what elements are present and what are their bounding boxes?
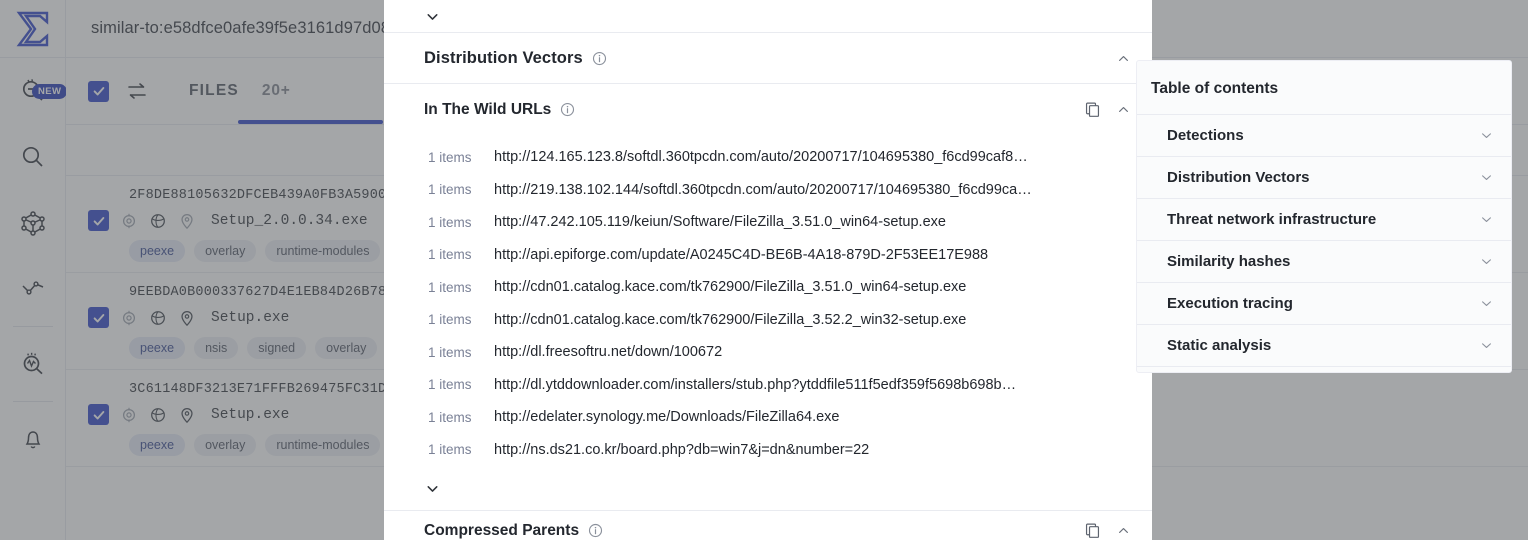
toc-item-threat-network-infrastructure[interactable]: Threat network infrastructure	[1137, 198, 1511, 240]
url-item-count: 1 items	[428, 377, 472, 393]
url-text[interactable]: http://dl.freesoftru.net/down/100672	[494, 344, 722, 360]
subsection-title: Compressed Parents	[424, 521, 580, 539]
url-text[interactable]: http://ns.ds21.co.kr/board.php?db=win7&j…	[494, 442, 869, 458]
url-text[interactable]: http://cdn01.catalog.kace.com/tk762900/F…	[494, 312, 966, 328]
url-text[interactable]: http://edelater.synology.me/Downloads/Fi…	[494, 409, 840, 425]
url-item-count: 1 items	[428, 247, 472, 263]
toc-item-label: Static analysis	[1167, 337, 1272, 354]
subsection-compressed-parents-header[interactable]: Compressed Parents	[384, 510, 1152, 540]
chevron-up-icon[interactable]	[1117, 52, 1130, 65]
expand-more-urls-row[interactable]	[384, 466, 1152, 510]
chevron-down-icon	[1482, 343, 1491, 349]
url-item-count: 1 items	[428, 214, 472, 230]
url-text[interactable]: http://api.epiforge.com/update/A0245C4D-…	[494, 247, 988, 263]
url-item-count: 1 items	[428, 312, 472, 328]
info-icon[interactable]	[560, 102, 575, 117]
chevron-down-icon	[1482, 175, 1491, 181]
toc-title: Table of contents	[1151, 80, 1279, 97]
list-item[interactable]: 1 items http://219.138.102.144/softdl.360…	[384, 174, 1152, 207]
chevron-down-icon	[1482, 133, 1491, 139]
chevron-down-icon	[1482, 217, 1491, 223]
chevron-down-icon	[1482, 301, 1491, 307]
subsection-in-the-wild-urls-header[interactable]: In The Wild URLs	[384, 83, 1152, 135]
top-collapse-row[interactable]	[384, 0, 1152, 32]
list-item[interactable]: 1 items http://cdn01.catalog.kace.com/tk7…	[384, 271, 1152, 304]
chevron-up-icon[interactable]	[1117, 524, 1130, 537]
chevron-up-icon[interactable]	[1117, 103, 1130, 116]
list-item[interactable]: 1 items http://cdn01.catalog.kace.com/tk7…	[384, 304, 1152, 337]
url-text[interactable]: http://47.242.105.119/keiun/Software/Fil…	[494, 214, 946, 230]
toc-item-detections[interactable]: Detections	[1137, 114, 1511, 156]
toc-item-label: Similarity hashes	[1167, 253, 1291, 270]
section-title: Distribution Vectors	[424, 48, 583, 67]
info-icon[interactable]	[588, 523, 603, 538]
toc-item-label: Detections	[1167, 127, 1244, 144]
list-item[interactable]: 1 items http://edelater.synology.me/Downl…	[384, 401, 1152, 434]
list-item[interactable]: 1 items http://124.165.123.8/softdl.360tp…	[384, 141, 1152, 174]
url-item-count: 1 items	[428, 442, 472, 458]
url-item-count: 1 items	[428, 344, 472, 360]
toc-item-label: Execution tracing	[1167, 295, 1293, 312]
toc-item-similarity-hashes[interactable]: Similarity hashes	[1137, 240, 1511, 282]
file-report-modal: Distribution Vectors In The Wild URLs 1 …	[384, 0, 1152, 540]
toc-item-distribution-vectors[interactable]: Distribution Vectors	[1137, 156, 1511, 198]
section-distribution-vectors-header[interactable]: Distribution Vectors	[384, 32, 1152, 83]
toc-item-static-analysis[interactable]: Static analysis	[1137, 324, 1511, 366]
url-text[interactable]: http://219.138.102.144/softdl.360tpcdn.c…	[494, 182, 1032, 198]
in-the-wild-url-list: 1 items http://124.165.123.8/softdl.360tp…	[384, 135, 1152, 466]
info-icon[interactable]	[592, 51, 607, 66]
table-of-contents-panel: Table of contents Detections Distributio…	[1136, 60, 1512, 373]
url-item-count: 1 items	[428, 279, 472, 295]
chevron-down-icon	[427, 485, 438, 492]
toc-list-end-divider	[1137, 366, 1511, 372]
url-item-count: 1 items	[428, 149, 472, 165]
copy-icon[interactable]	[1084, 101, 1101, 118]
copy-icon[interactable]	[1084, 522, 1101, 539]
url-item-count: 1 items	[428, 409, 472, 425]
list-item[interactable]: 1 items http://47.242.105.119/keiun/Softw…	[384, 206, 1152, 239]
toc-item-label: Threat network infrastructure	[1167, 211, 1377, 228]
toc-item-label: Distribution Vectors	[1167, 169, 1310, 186]
url-text[interactable]: http://cdn01.catalog.kace.com/tk762900/F…	[494, 279, 966, 295]
url-text[interactable]: http://dl.ytddownloader.com/installers/s…	[494, 377, 1016, 393]
list-item[interactable]: 1 items http://ns.ds21.co.kr/board.php?db…	[384, 434, 1152, 467]
toc-item-execution-tracing[interactable]: Execution tracing	[1137, 282, 1511, 324]
chevron-down-icon	[1482, 259, 1491, 265]
list-item[interactable]: 1 items http://api.epiforge.com/update/A0…	[384, 239, 1152, 272]
url-text[interactable]: http://124.165.123.8/softdl.360tpcdn.com…	[494, 149, 1028, 165]
subsection-title: In The Wild URLs	[424, 100, 552, 118]
chevron-down-icon	[427, 13, 438, 20]
list-item[interactable]: 1 items http://dl.ytddownloader.com/insta…	[384, 369, 1152, 402]
screen-root: similar-to:e58dfce0afe39f5e3161d97d08 NE…	[0, 0, 1528, 540]
url-item-count: 1 items	[428, 182, 472, 198]
list-item[interactable]: 1 items http://dl.freesoftru.net/down/100…	[384, 336, 1152, 369]
